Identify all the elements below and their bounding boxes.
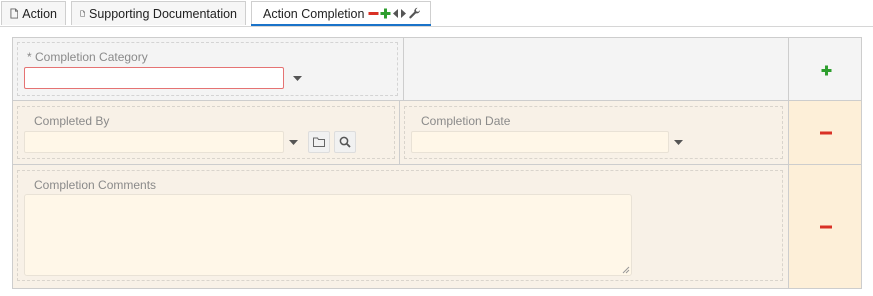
remove-row-cell xyxy=(788,164,862,289)
completion-comments-group: Completion Comments xyxy=(17,170,783,281)
completion-date-dropdown[interactable] xyxy=(667,131,689,153)
remove-row-cell xyxy=(788,100,862,165)
add-row-cell xyxy=(788,37,862,101)
add-button[interactable] xyxy=(816,60,836,80)
completion-date-group: Completion Date xyxy=(404,106,783,159)
completion-category-group: * Completion Category xyxy=(17,42,398,96)
resize-handle-icon[interactable] xyxy=(621,265,630,274)
completion-category-cell: * Completion Category xyxy=(12,37,404,101)
tab-action-completion-label: Action Completion xyxy=(263,6,365,21)
completion-date-cell: Completion Date xyxy=(399,100,789,165)
completed-by-cell: Completed By xyxy=(12,100,400,165)
minus-icon xyxy=(820,225,832,229)
minus-icon xyxy=(820,131,832,135)
action-completion-form: * Completion Category Completed By Compl… xyxy=(12,37,862,289)
tab-bar: Action Supporting Documentation Action C… xyxy=(0,0,873,27)
caret-down-icon xyxy=(288,139,298,145)
tab-bar-divider xyxy=(0,26,873,27)
completed-by-label: Completed By xyxy=(34,114,110,128)
tab-supporting-documentation[interactable]: Supporting Documentation xyxy=(71,1,246,25)
completion-comments-label: Completion Comments xyxy=(34,178,157,192)
search-button[interactable] xyxy=(334,131,356,153)
search-icon xyxy=(339,136,351,148)
completion-category-dropdown[interactable] xyxy=(286,67,308,89)
remove-button[interactable] xyxy=(816,123,836,143)
plus-icon[interactable] xyxy=(380,8,391,19)
remove-button[interactable] xyxy=(816,217,836,237)
tab-action-label: Action xyxy=(22,6,57,21)
next-arrow-icon[interactable] xyxy=(400,8,407,19)
caret-down-icon xyxy=(292,75,302,81)
completion-date-label: Completion Date xyxy=(421,114,511,128)
completion-category-label: * Completion Category xyxy=(27,50,148,64)
document-icon xyxy=(10,8,19,19)
completed-by-input[interactable] xyxy=(24,131,284,153)
completion-comments-textarea[interactable] xyxy=(24,194,632,276)
wrench-icon[interactable] xyxy=(408,7,421,20)
browse-button[interactable] xyxy=(308,131,330,153)
prev-arrow-icon[interactable] xyxy=(392,8,399,19)
document-icon xyxy=(80,10,85,17)
tab-supporting-documentation-label: Supporting Documentation xyxy=(88,6,237,21)
completed-by-group: Completed By xyxy=(17,106,395,159)
completed-by-dropdown[interactable] xyxy=(282,131,304,153)
tab-action-completion[interactable]: Action Completion xyxy=(251,1,431,27)
completion-category-input[interactable] xyxy=(24,67,284,89)
folder-icon xyxy=(313,137,325,147)
completion-date-input[interactable] xyxy=(411,131,669,153)
caret-down-icon xyxy=(673,139,683,145)
minus-icon[interactable] xyxy=(368,8,379,19)
tab-tools xyxy=(368,7,421,20)
completion-comments-cell: Completion Comments xyxy=(12,164,789,289)
tab-action[interactable]: Action xyxy=(1,1,66,25)
empty-cell xyxy=(403,37,789,101)
plus-icon xyxy=(821,65,831,75)
